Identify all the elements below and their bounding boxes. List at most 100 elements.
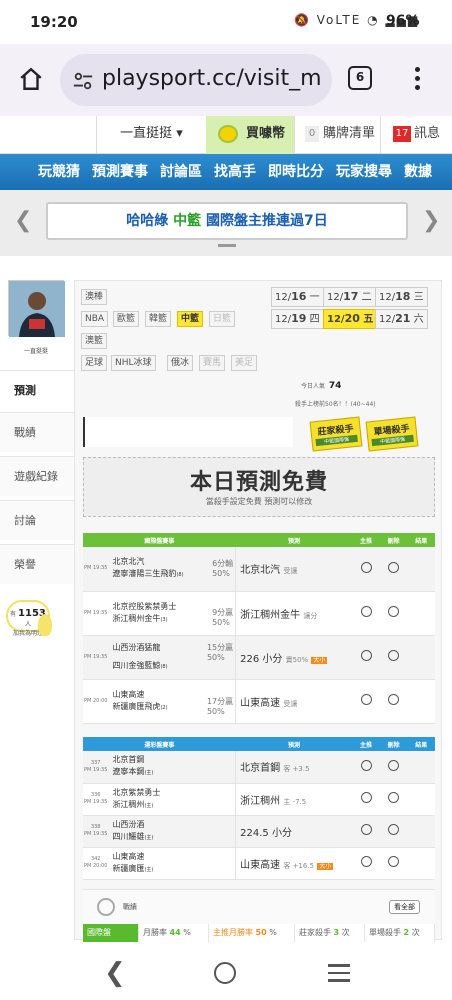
prediction-pick[interactable]: 山東高速 受讓: [235, 679, 353, 724]
delete-radio[interactable]: [379, 783, 408, 816]
prediction-pick[interactable]: 山東高速 客 +16.5 大小: [235, 847, 353, 880]
home-icon[interactable]: [18, 66, 44, 92]
table-row: 342 PM 20:00 山東高速 新疆廣匯(主) 山東高速 客 +16.5 大小: [83, 847, 435, 880]
tab-discussion[interactable]: 討論: [0, 500, 74, 540]
buy-label: 買噱幣: [246, 126, 286, 141]
free-prediction-box: 本日預測免費 當殺手設定免費 預測可以修改: [83, 457, 435, 517]
prediction-pick[interactable]: 224.5 小分: [235, 815, 353, 848]
sport-aus-baseball[interactable]: 澳棒: [81, 289, 108, 305]
purchase-list-link[interactable]: 0 購牌清單: [294, 116, 380, 154]
delete-radio[interactable]: [379, 635, 408, 680]
main-pick-radio[interactable]: [352, 783, 380, 816]
delete-radio[interactable]: [379, 847, 408, 880]
battery-level: 96%: [386, 13, 420, 29]
chevron-left-icon[interactable]: ❮: [14, 208, 32, 233]
date-month: 12/: [379, 314, 396, 325]
main-pick-radio[interactable]: [352, 751, 380, 784]
sport-aus-basketball[interactable]: 澳籃: [81, 333, 108, 349]
home-circle-icon[interactable]: [214, 962, 236, 984]
date-tab-selected[interactable]: 12/20 五: [323, 309, 378, 329]
prediction-pick[interactable]: 北京北汽 受讓: [235, 547, 353, 592]
table-header: 刪除: [387, 537, 400, 545]
rank-badge: 莊家殺手 中籃國際盤: [309, 416, 363, 452]
address-bar[interactable]: playsport.cc/visit_m: [60, 54, 332, 106]
main-pick-radio[interactable]: [352, 679, 380, 724]
banner-league: 中籃: [173, 213, 202, 229]
nav-live-scores[interactable]: 即時比分: [262, 154, 330, 190]
sport-japan-basketball[interactable]: 日籃: [209, 311, 236, 327]
chevron-right-icon[interactable]: ❯: [422, 208, 440, 233]
tab-record[interactable]: 戰績: [0, 412, 74, 452]
text-cursor-field[interactable]: [83, 417, 293, 447]
banner-text: 國際盤主推連過7日: [206, 213, 328, 229]
nav-data[interactable]: 數據: [398, 154, 438, 190]
recents-icon[interactable]: [328, 964, 350, 982]
messages-link[interactable]: 17 訊息: [380, 116, 452, 154]
single-killer-count: 單場殺手 2 次: [365, 924, 435, 942]
game-number-time: 336 PM 19:35: [83, 783, 109, 816]
main-pick-radio[interactable]: [352, 847, 380, 880]
delete-radio[interactable]: [379, 751, 408, 784]
table-header: 國際盤賽事: [144, 537, 175, 545]
tab-honors[interactable]: 榮譽: [0, 544, 74, 584]
result-cell: [407, 679, 435, 724]
view-all-button[interactable]: 看全部: [389, 900, 420, 914]
match-teams: 北京紫禁勇士 浙江稠州(主): [108, 783, 236, 816]
match-teams: 山西汾酒猛龍 四川金強藍鯨(8) 15分贏 50%: [108, 635, 236, 680]
main-pick-radio[interactable]: [352, 591, 380, 636]
prediction-pick[interactable]: 226 小分 賣50% 大小: [235, 635, 353, 680]
prediction-pick[interactable]: 浙江稠州金牛 讓分: [235, 591, 353, 636]
date-tab[interactable]: 12/21 六: [375, 309, 428, 329]
main-pick-radio[interactable]: [352, 547, 380, 592]
sport-soccer[interactable]: 足球: [81, 355, 108, 371]
table-header: 主推: [360, 741, 373, 749]
table-row: 337 PM 19:35 北京首鋼 遼寧本鋼(主) 北京首鋼 客 +3.5: [83, 751, 435, 784]
date-tab[interactable]: 12/18 三: [375, 287, 428, 307]
table-row: PM 20:00 山東高速 新疆廣匯飛虎(2) 17分贏 50% 山東高速 受讓: [83, 679, 435, 724]
sport-us-football[interactable]: 美足: [231, 355, 258, 371]
record-tab-intl[interactable]: 國際盤: [83, 924, 139, 942]
date-tab[interactable]: 12/19 四: [271, 309, 324, 329]
lightbulb-icon: [38, 614, 52, 636]
back-icon[interactable]: ❮: [104, 958, 126, 988]
sport-china-basketball[interactable]: 中籃: [177, 311, 204, 327]
date-tab[interactable]: 12/16 一: [271, 287, 324, 307]
sport-nhl[interactable]: NHL冰球: [111, 355, 156, 371]
nav-experts[interactable]: 找高手: [208, 154, 262, 190]
nav-predict[interactable]: 預測賽事: [86, 154, 154, 190]
prediction-pick[interactable]: 北京首鋼 客 +3.5: [235, 751, 353, 784]
date-month: 12/: [379, 292, 396, 303]
banner-message[interactable]: 哈哈綠 中籃 國際盤主推連過7日: [46, 202, 408, 240]
main-pick-radio[interactable]: [352, 635, 380, 680]
user-menu[interactable]: 一直挺挺 ▾: [96, 116, 206, 154]
date-tab[interactable]: 12/17 二: [323, 287, 376, 307]
more-menu-icon[interactable]: [414, 64, 420, 92]
nav-player-search[interactable]: 玩家搜尋: [330, 154, 398, 190]
nav-play[interactable]: 玩競猜: [0, 154, 86, 190]
main-pick-radio[interactable]: [352, 815, 380, 848]
profile-name: 一直挺挺: [23, 348, 48, 355]
sport-nba[interactable]: NBA: [81, 311, 109, 327]
tab-predict[interactable]: 預測: [0, 370, 74, 410]
avatar[interactable]: [8, 280, 65, 337]
sport-horse-racing[interactable]: 賽馬: [199, 355, 226, 371]
delete-radio[interactable]: [379, 591, 408, 636]
site-top-nav: 一直挺挺 ▾ 買噱幣 0 購牌清單 17 訊息: [0, 116, 452, 154]
site-settings-icon[interactable]: [72, 70, 94, 92]
delete-radio[interactable]: [379, 815, 408, 848]
messages-label: 訊息: [414, 126, 441, 141]
tab-switcher-button[interactable]: 6: [348, 66, 372, 90]
nav-forum[interactable]: 討論區: [154, 154, 208, 190]
tab-game-log[interactable]: 遊戲紀錄: [0, 456, 74, 496]
match-teams: 山西汾酒 四川鱷雄(主): [108, 815, 236, 848]
date-day: 16: [291, 290, 307, 303]
delete-radio[interactable]: [379, 547, 408, 592]
buy-coins-button[interactable]: 買噱幣: [206, 116, 294, 154]
record-summary: 戰績 看全部 國際盤 月勝率 44 % 主推月勝率 50 % 莊家殺手 3 次 …: [83, 889, 435, 942]
sport-russia-hockey[interactable]: 俄冰: [167, 355, 194, 371]
today-popularity-label: 今日人氣: [301, 383, 326, 390]
prediction-pick[interactable]: 浙江稠州 主 -7.5: [235, 783, 353, 816]
sport-korea-basketball[interactable]: 韓籃: [145, 311, 172, 327]
delete-radio[interactable]: [379, 679, 408, 724]
sport-euro-basketball[interactable]: 歐籃: [113, 311, 140, 327]
